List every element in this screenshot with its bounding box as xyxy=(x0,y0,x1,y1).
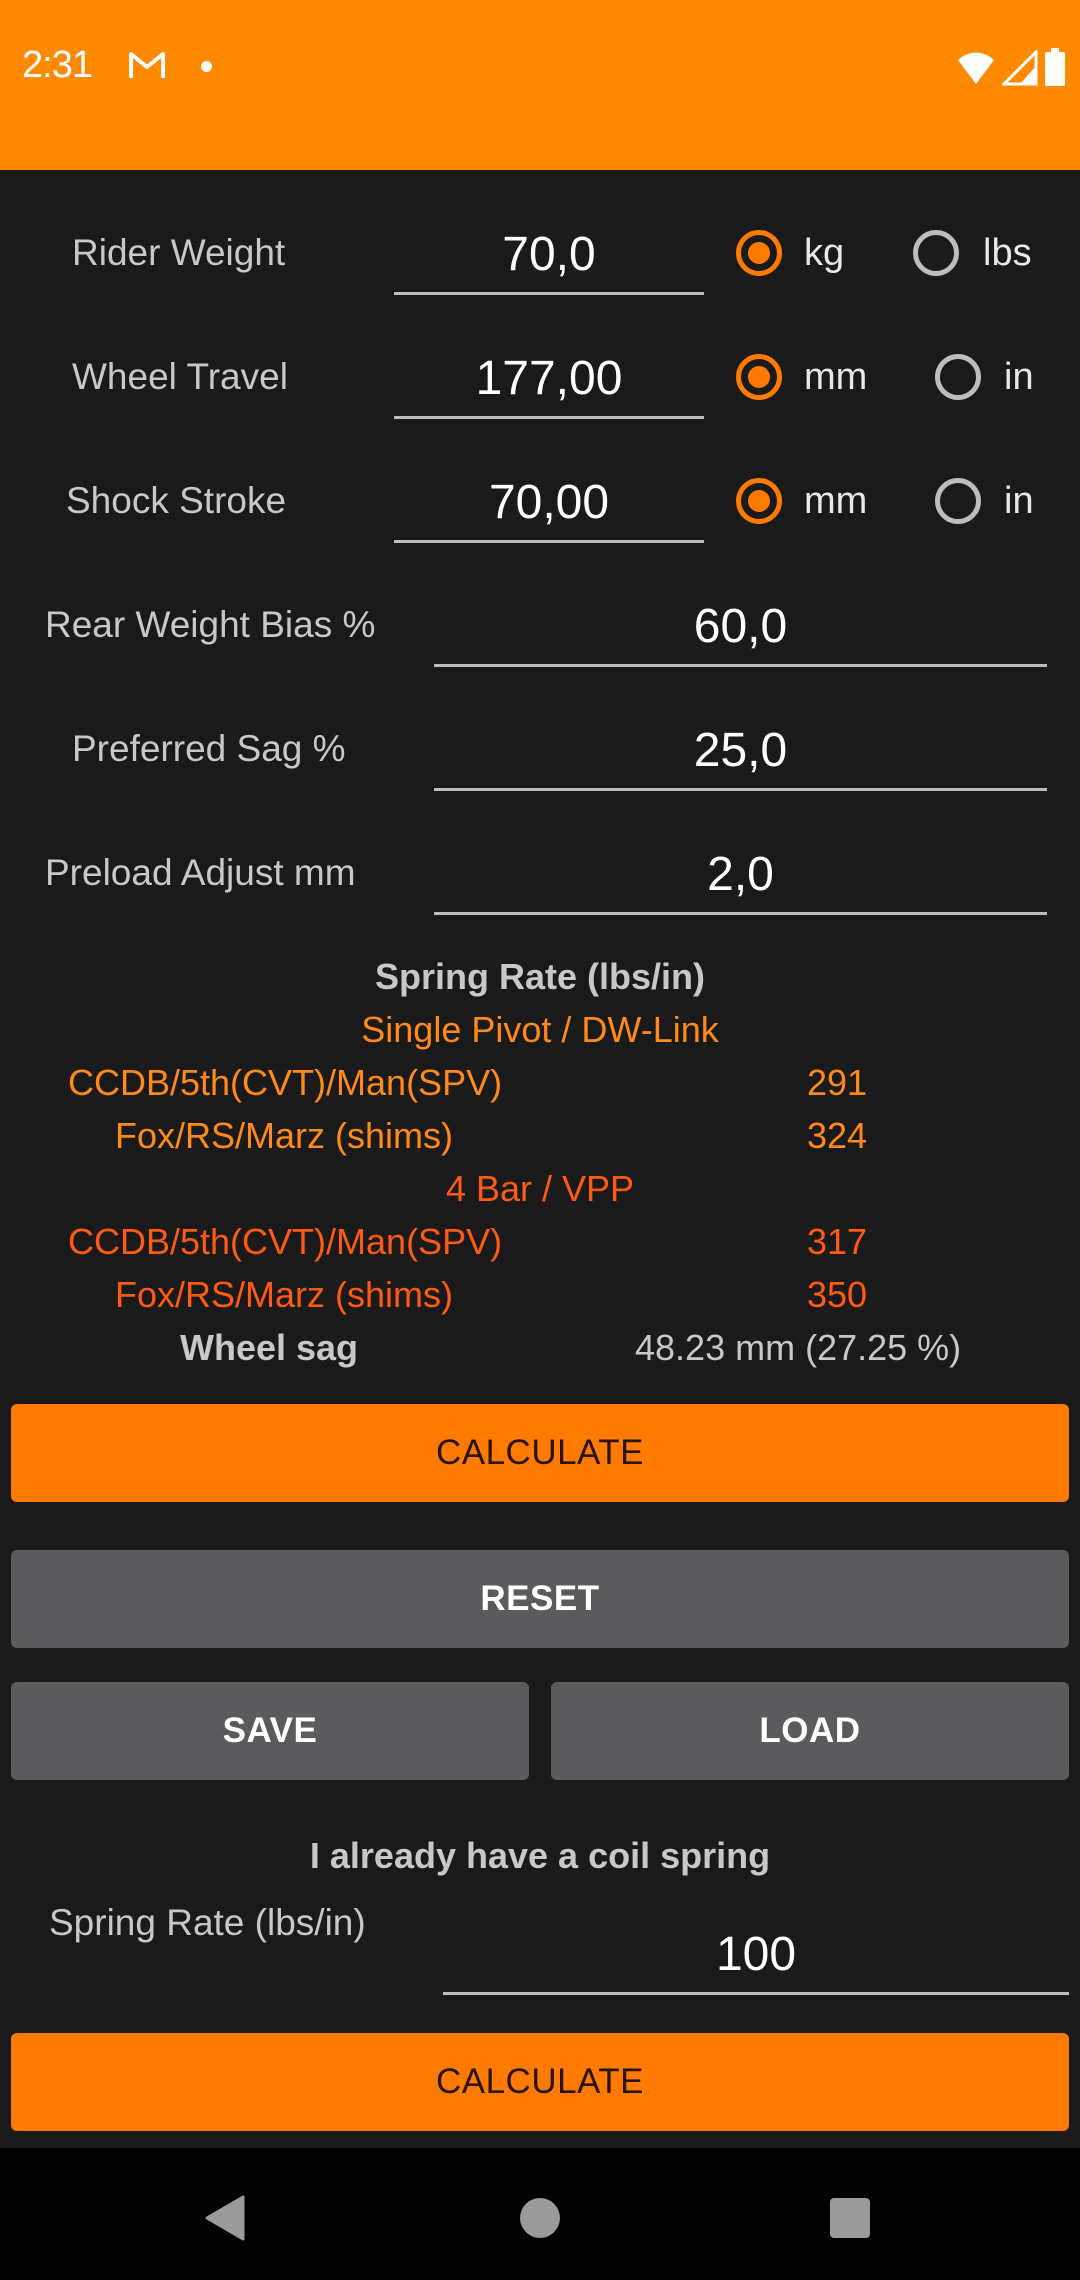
result-value: 291 xyxy=(807,1062,868,1103)
coil-spring-rate-label: Spring Rate (lbs/in) xyxy=(49,1902,366,1943)
unit-in-radio[interactable] xyxy=(935,354,981,400)
shock-stroke-row: Shock Stroke 70,00 mm in xyxy=(0,460,1080,560)
unit-mm-radio[interactable] xyxy=(736,354,782,400)
coil-section-title: I already have a coil spring xyxy=(309,1835,771,1876)
wheel-sag-value: 48.23 mm (27.25 %) xyxy=(635,1327,962,1368)
group-title-single-pivot: Single Pivot / DW-Link xyxy=(361,1009,719,1050)
navigation-bar xyxy=(0,2148,1080,2280)
rear-weight-bias-label: Rear Weight Bias % xyxy=(45,604,376,645)
recents-button[interactable] xyxy=(820,2188,880,2248)
home-button[interactable] xyxy=(510,2188,570,2248)
save-button[interactable]: SAVE xyxy=(11,1682,529,1780)
unit-in-radio[interactable] xyxy=(935,478,981,524)
recents-icon xyxy=(830,2198,870,2238)
wheel-sag-label: Wheel sag xyxy=(180,1327,359,1368)
calculate-coil-button[interactable]: CALCULATE xyxy=(11,2033,1069,2131)
calculate-button[interactable]: CALCULATE xyxy=(11,1404,1069,1502)
system-icons xyxy=(956,48,1066,86)
rider-weight-input[interactable]: 70,0 xyxy=(394,212,704,295)
gmail-icon xyxy=(129,52,165,78)
unit-mm-radio[interactable] xyxy=(736,478,782,524)
unit-kg-radio[interactable] xyxy=(736,230,782,276)
result-value: 350 xyxy=(807,1274,868,1315)
reset-button[interactable]: RESET xyxy=(11,1550,1069,1648)
preferred-sag-row: Preferred Sag % 25,0 xyxy=(0,708,1080,808)
status-time: 2:31 xyxy=(22,44,93,86)
cell-signal-icon xyxy=(1002,50,1038,86)
shock-stroke-label: Shock Stroke xyxy=(66,480,287,521)
wheel-travel-label: Wheel Travel xyxy=(72,356,288,397)
preload-adjust-input[interactable]: 2,0 xyxy=(434,832,1047,915)
wheel-travel-row: Wheel Travel 177,00 mm in xyxy=(0,336,1080,436)
preferred-sag-label: Preferred Sag % xyxy=(72,728,346,769)
wheel-travel-value: 177,00 xyxy=(475,352,623,405)
status-bar: 2:31 xyxy=(0,0,1080,170)
back-icon xyxy=(205,2195,245,2241)
unit-lbs-radio[interactable] xyxy=(913,230,959,276)
back-button[interactable] xyxy=(195,2188,255,2248)
coil-spring-rate-value: 100 xyxy=(715,1928,797,1981)
preload-adjust-value: 2,0 xyxy=(707,848,774,901)
result-value: 317 xyxy=(807,1221,868,1262)
result-label: CCDB/5th(CVT)/Man(SPV) xyxy=(68,1062,503,1103)
result-value: 324 xyxy=(807,1115,868,1156)
notification-dot-icon xyxy=(201,61,212,72)
coil-spring-rate-input[interactable]: 100 xyxy=(443,1912,1069,1995)
preload-adjust-label: Preload Adjust mm xyxy=(45,852,356,893)
shock-stroke-value: 70,00 xyxy=(488,476,610,529)
unit-mm-label[interactable]: mm xyxy=(804,480,867,523)
rider-weight-label: Rider Weight xyxy=(72,232,286,273)
battery-icon xyxy=(1045,48,1065,86)
unit-kg-label[interactable]: kg xyxy=(804,232,844,275)
preferred-sag-value: 25,0 xyxy=(693,724,788,777)
wheel-travel-input[interactable]: 177,00 xyxy=(394,336,704,419)
unit-in-label[interactable]: in xyxy=(1004,356,1034,399)
results-title: Spring Rate (lbs/in) xyxy=(374,956,705,997)
home-icon xyxy=(520,2198,560,2238)
wifi-icon xyxy=(958,52,994,84)
rear-weight-bias-input[interactable]: 60,0 xyxy=(434,584,1047,667)
rider-weight-row: Rider Weight 70,0 kg lbs xyxy=(0,212,1080,312)
result-label: CCDB/5th(CVT)/Man(SPV) xyxy=(68,1221,503,1262)
preload-adjust-row: Preload Adjust mm 2,0 xyxy=(0,832,1080,932)
unit-lbs-label[interactable]: lbs xyxy=(983,232,1032,275)
unit-mm-label[interactable]: mm xyxy=(804,356,867,399)
unit-in-label[interactable]: in xyxy=(1004,480,1034,523)
group-title-4-bar: 4 Bar / VPP xyxy=(445,1168,635,1209)
rider-weight-value: 70,0 xyxy=(502,228,596,281)
result-label: Fox/RS/Marz (shims) xyxy=(115,1115,454,1156)
shock-stroke-input[interactable]: 70,00 xyxy=(394,460,704,543)
load-button[interactable]: LOAD xyxy=(551,1682,1069,1780)
preferred-sag-input[interactable]: 25,0 xyxy=(434,708,1047,791)
rear-weight-bias-value: 60,0 xyxy=(693,600,788,653)
rear-weight-bias-row: Rear Weight Bias % 60,0 xyxy=(0,584,1080,684)
result-label: Fox/RS/Marz (shims) xyxy=(115,1274,454,1315)
